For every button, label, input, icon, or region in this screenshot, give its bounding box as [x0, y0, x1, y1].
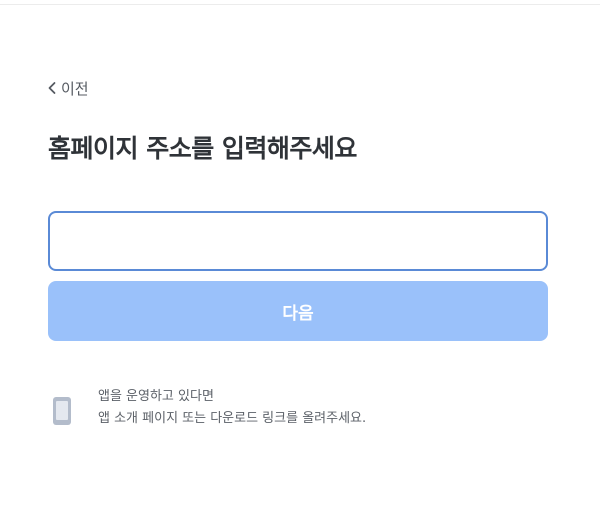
- next-button[interactable]: 다음: [48, 281, 548, 341]
- app-notice-line-2: 앱 소개 페이지 또는 다운로드 링크를 올려주세요.: [98, 411, 367, 426]
- phone-icon: [52, 396, 72, 426]
- chevron-left-icon: [47, 81, 61, 95]
- page: 이전 홈페이지 주소를 입력해주세요 다음 앱을 운영하고 있다면 앱 소개 페…: [0, 0, 600, 528]
- top-divider: [0, 4, 600, 5]
- app-notice: 앱을 운영하고 있다면 앱 소개 페이지 또는 다운로드 링크를 올려주세요.: [52, 386, 366, 430]
- app-notice-text: 앱을 운영하고 있다면 앱 소개 페이지 또는 다운로드 링크를 올려주세요.: [98, 386, 366, 430]
- app-notice-line-1: 앱을 운영하고 있다면: [98, 389, 214, 404]
- page-title: 홈페이지 주소를 입력해주세요: [48, 134, 357, 163]
- back-label: 이전: [61, 79, 89, 98]
- homepage-url-input[interactable]: [48, 211, 548, 271]
- back-link[interactable]: 이전: [47, 78, 89, 98]
